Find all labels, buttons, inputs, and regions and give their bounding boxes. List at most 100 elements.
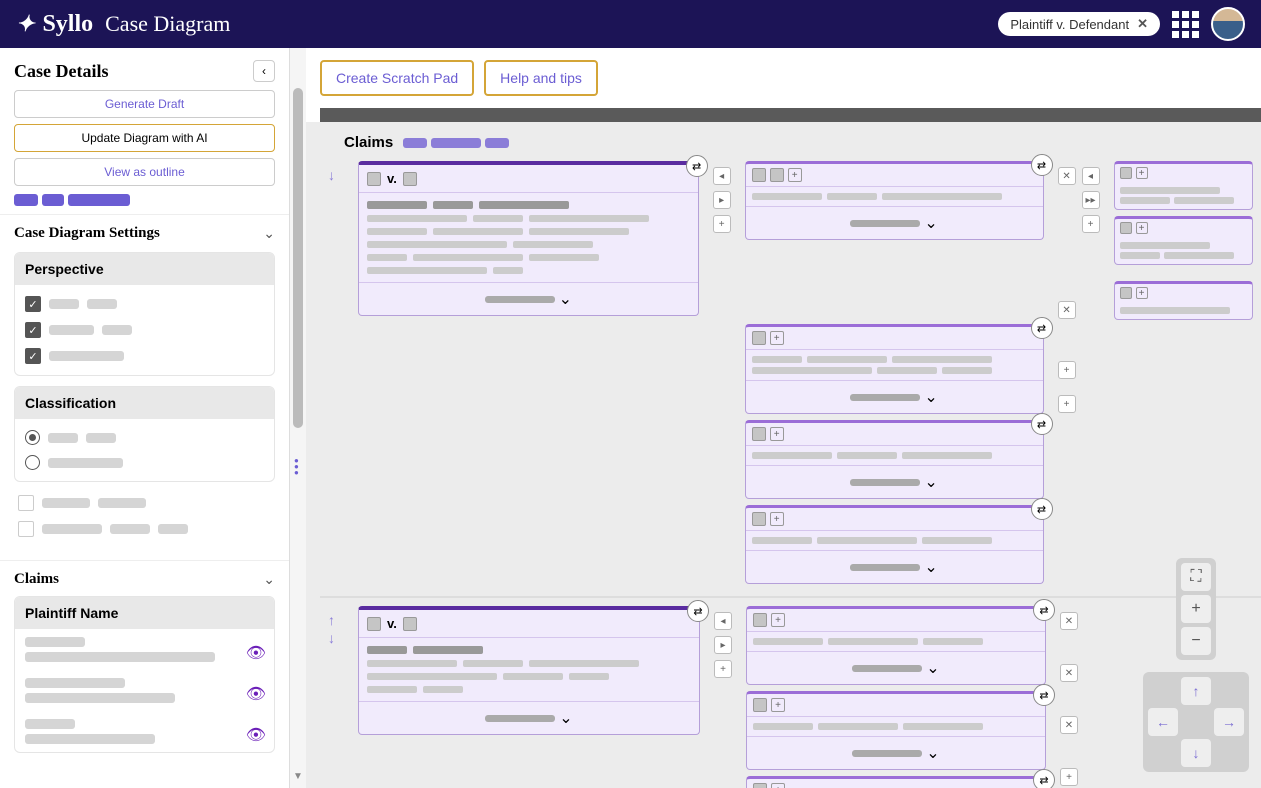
apps-grid-icon[interactable]	[1172, 11, 1199, 38]
add-icon[interactable]: +	[771, 698, 785, 712]
swap-icon[interactable]: ⇄	[686, 155, 708, 177]
expand-card-button[interactable]: ⌄	[359, 701, 699, 734]
perspective-option-3[interactable]: ✓	[25, 343, 264, 369]
expand-card-button[interactable]: ⌄	[359, 282, 698, 315]
main-claim-card-2[interactable]: ⇄ v. ⌄	[358, 606, 700, 735]
create-scratch-pad-button[interactable]: Create Scratch Pad	[320, 60, 474, 96]
chevron-down-icon: ⌄	[263, 571, 275, 588]
add-icon[interactable]: +	[770, 427, 784, 441]
claim-item-1[interactable]: 👁	[15, 629, 274, 670]
add-icon[interactable]: +	[1060, 768, 1078, 786]
case-selector-pill[interactable]: Plaintiff v. Defendant ✕	[998, 12, 1160, 36]
swap-icon[interactable]: ⇄	[1031, 154, 1053, 176]
update-diagram-button[interactable]: Update Diagram with AI	[14, 124, 275, 152]
tiny-card[interactable]: +	[1114, 281, 1253, 320]
move-down-icon[interactable]: ↓	[328, 167, 344, 183]
pan-left-button[interactable]: ←	[1148, 708, 1178, 736]
claims-section-toggle[interactable]: Claims ⌄	[14, 571, 275, 588]
nav-left-icon[interactable]: ◂	[1082, 167, 1100, 185]
expand-card-button[interactable]: ⌄	[747, 651, 1045, 684]
close-icon[interactable]: ✕	[1058, 167, 1076, 185]
logo[interactable]: ✦ Syllo	[16, 11, 93, 38]
sub-card[interactable]: ⇄ + ⌄	[746, 776, 1046, 788]
fullscreen-button[interactable]: ⛶	[1181, 563, 1211, 591]
close-case-icon[interactable]: ✕	[1137, 16, 1148, 32]
zoom-in-button[interactable]: +	[1181, 595, 1211, 623]
classification-option-1[interactable]	[25, 425, 264, 450]
settings-section-toggle[interactable]: Case Diagram Settings ⌄	[14, 225, 275, 242]
add-icon[interactable]: +	[771, 783, 785, 788]
help-tips-button[interactable]: Help and tips	[484, 60, 598, 96]
claim-item-2[interactable]: 👁	[15, 670, 274, 711]
add-icon[interactable]: +	[771, 613, 785, 627]
tiny-card[interactable]: +	[1114, 216, 1253, 265]
expand-card-button[interactable]: ⌄	[746, 206, 1043, 239]
filter-option-1[interactable]	[18, 490, 271, 516]
expand-card-button[interactable]: ⌄	[746, 550, 1043, 583]
sub-card[interactable]: ⇄ + ⌄	[745, 324, 1044, 414]
chevron-down-icon: ⌄	[263, 225, 275, 242]
expand-card-button[interactable]: ⌄	[747, 736, 1045, 769]
close-icon[interactable]: ✕	[1060, 612, 1078, 630]
expand-card-button[interactable]: ⌄	[746, 380, 1043, 413]
classification-option-2[interactable]	[25, 450, 264, 475]
nav-right-icon[interactable]: ▸	[713, 191, 731, 209]
logo-icon: ✦	[16, 11, 34, 37]
zoom-out-button[interactable]: −	[1181, 627, 1211, 655]
close-icon[interactable]: ✕	[1060, 716, 1078, 734]
move-down-icon[interactable]: ↓	[328, 630, 344, 646]
visibility-icon[interactable]: 👁	[246, 725, 266, 745]
add-icon[interactable]: +	[1058, 361, 1076, 379]
swap-icon[interactable]: ⇄	[1031, 498, 1053, 520]
scroll-down-icon[interactable]: ▼	[293, 771, 303, 782]
nav-fwd-icon[interactable]: ▸▸	[1082, 191, 1100, 209]
swap-icon[interactable]: ⇄	[1033, 599, 1055, 621]
generate-draft-button[interactable]: Generate Draft	[14, 90, 275, 118]
pan-down-button[interactable]: ↓	[1181, 739, 1211, 767]
sub-card[interactable]: ⇄ + ⌄	[745, 505, 1044, 584]
move-up-icon[interactable]: ↑	[328, 612, 344, 628]
add-icon[interactable]: +	[1136, 287, 1148, 299]
sub-card[interactable]: ⇄ + ⌄	[745, 420, 1044, 499]
claim-item-3[interactable]: 👁	[15, 711, 274, 752]
visibility-icon[interactable]: 👁	[246, 643, 266, 663]
collapse-sidebar-button[interactable]: ‹	[253, 60, 275, 82]
add-icon[interactable]: +	[1136, 167, 1148, 179]
add-icon[interactable]: +	[1082, 215, 1100, 233]
nav-right-icon[interactable]: ▸	[714, 636, 732, 654]
add-icon[interactable]: +	[1136, 222, 1148, 234]
tiny-card[interactable]: +	[1114, 161, 1253, 210]
close-icon[interactable]: ✕	[1060, 664, 1078, 682]
perspective-option-1[interactable]: ✓	[25, 291, 264, 317]
add-icon[interactable]: +	[788, 168, 802, 182]
swap-icon[interactable]: ⇄	[1033, 684, 1055, 706]
visibility-icon[interactable]: 👁	[246, 684, 266, 704]
drag-handle-icon[interactable]: ●●●	[294, 458, 299, 476]
filter-option-2[interactable]	[18, 516, 271, 542]
add-icon[interactable]: +	[770, 331, 784, 345]
swap-icon[interactable]: ⇄	[687, 600, 709, 622]
sidebar-title: Case Details	[14, 61, 108, 82]
swap-icon[interactable]: ⇄	[1031, 413, 1053, 435]
sub-card[interactable]: ⇄ + ⌄	[746, 691, 1046, 770]
pan-right-button[interactable]: →	[1214, 708, 1244, 736]
main-claim-card-1[interactable]: ⇄ v. ⌄	[358, 161, 699, 316]
sub-card[interactable]: ⇄ + ⌄	[745, 161, 1044, 240]
swap-icon[interactable]: ⇄	[1033, 769, 1055, 788]
add-icon[interactable]: +	[713, 215, 731, 233]
sidebar-scrollbar[interactable]: ●●● ▼	[290, 48, 306, 788]
add-icon[interactable]: +	[770, 512, 784, 526]
sidebar-tags	[0, 186, 289, 214]
nav-left-icon[interactable]: ◂	[713, 167, 731, 185]
view-outline-button[interactable]: View as outline	[14, 158, 275, 186]
nav-left-icon[interactable]: ◂	[714, 612, 732, 630]
add-icon[interactable]: +	[1058, 395, 1076, 413]
sub-card[interactable]: ⇄ + ⌄	[746, 606, 1046, 685]
user-avatar[interactable]	[1211, 7, 1245, 41]
expand-card-button[interactable]: ⌄	[746, 465, 1043, 498]
close-icon[interactable]: ✕	[1058, 301, 1076, 319]
swap-icon[interactable]: ⇄	[1031, 317, 1053, 339]
add-icon[interactable]: +	[714, 660, 732, 678]
pan-up-button[interactable]: ↑	[1181, 677, 1211, 705]
perspective-option-2[interactable]: ✓	[25, 317, 264, 343]
